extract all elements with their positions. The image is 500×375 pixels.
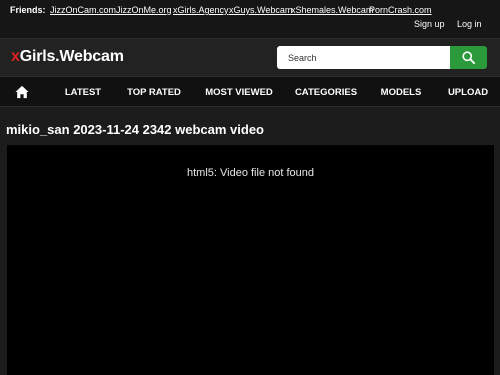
logo-text: Girls.Webcam <box>19 48 124 65</box>
search-form <box>277 46 487 69</box>
nav-latest[interactable]: LATEST <box>60 77 106 108</box>
search-button[interactable] <box>450 46 487 69</box>
friends-bar: Friends: JizzOnCam.com JizzOnMe.org xGir… <box>0 0 500 38</box>
friends-label: Friends: <box>10 5 46 15</box>
nav-categories[interactable]: CATEGORIES <box>294 77 358 108</box>
friend-link-xshemales-webcam[interactable]: xShemales.Webcam <box>291 5 373 15</box>
login-link[interactable]: Log in <box>457 19 482 29</box>
nav-most-viewed[interactable]: MOST VIEWED <box>204 77 274 108</box>
nav-top-rated[interactable]: TOP RATED <box>124 77 184 108</box>
player-error-message: html5: Video file not found <box>187 167 314 179</box>
site-header: xGirls.Webcam <box>0 38 500 76</box>
video-title: mikio_san 2023-11-24 2342 webcam video <box>6 122 264 137</box>
main-nav: LATEST TOP RATED MOST VIEWED CATEGORIES … <box>0 76 500 107</box>
friend-link-jizzoncam[interactable]: JizzOnCam.com <box>50 5 116 15</box>
video-player[interactable]: html5: Video file not found <box>7 145 494 375</box>
friend-link-xguys-webcam[interactable]: xGuys.Webcam <box>229 5 292 15</box>
friend-link-jizzonme[interactable]: JizzOnMe.org <box>116 5 172 15</box>
nav-models[interactable]: MODELS <box>378 77 424 108</box>
logo-accent: x <box>11 48 20 65</box>
nav-upload[interactable]: UPLOAD <box>446 77 490 108</box>
home-icon[interactable] <box>15 85 29 99</box>
signup-link[interactable]: Sign up <box>414 19 445 29</box>
search-icon <box>462 51 475 64</box>
search-input[interactable] <box>277 46 450 69</box>
site-logo[interactable]: xGirls.Webcam <box>11 48 124 66</box>
friend-link-xgirls-agency[interactable]: xGirls.Agency <box>173 5 229 15</box>
friend-link-porncrash[interactable]: PornCrash.com <box>369 5 432 15</box>
